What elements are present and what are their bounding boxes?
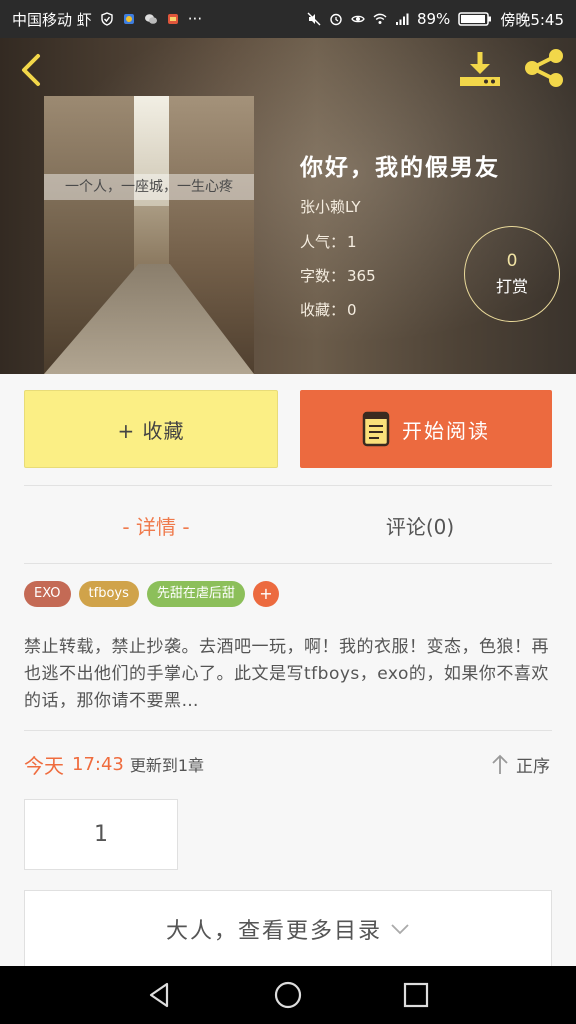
divider bbox=[24, 485, 552, 486]
carrier-label: 中国移动 虾 bbox=[12, 10, 92, 29]
add-favorite-button[interactable]: + 收藏 bbox=[24, 390, 278, 468]
app-notification-icon bbox=[123, 14, 134, 24]
divider bbox=[24, 730, 552, 731]
sort-order-button[interactable]: 正序 bbox=[490, 752, 550, 777]
sort-order-label: 正序 bbox=[516, 757, 550, 777]
book-title: 你好，我的假男友 bbox=[300, 155, 500, 181]
signal-icon bbox=[395, 13, 409, 25]
book-header: 一个人，一座城，一生心疼 你好，我的假男友 张小赖LY 人气： 1 字数： 365 … bbox=[0, 38, 576, 374]
tip-count: 0 bbox=[506, 251, 518, 271]
book-description[interactable]: 禁止转载，禁止抄袭。去酒吧一玩，啊！我的衣服！变态，色狼！再也逃不出他们的手掌心… bbox=[24, 634, 552, 715]
app-notification-red-icon bbox=[167, 14, 178, 24]
clock: 傍晚5:45 bbox=[500, 10, 564, 29]
nav-back-icon[interactable] bbox=[145, 980, 175, 1010]
wechat-icon bbox=[144, 14, 157, 24]
nav-home-icon[interactable] bbox=[273, 980, 303, 1010]
wifi-icon bbox=[373, 13, 387, 24]
system-nav-bar bbox=[0, 966, 576, 1024]
word-count-value: 365 bbox=[347, 267, 376, 285]
update-text: 更新到1章 bbox=[129, 756, 205, 775]
cover-caption: 一个人，一座城，一生心疼 bbox=[44, 174, 254, 200]
word-count-stat: 字数： 365 bbox=[300, 265, 376, 286]
update-time: 17:43 bbox=[72, 753, 124, 775]
chapter-item[interactable]: 1 bbox=[24, 799, 178, 870]
word-count-label: 字数： bbox=[300, 267, 346, 285]
battery-percent: 89% bbox=[416, 10, 451, 28]
update-day: 今天 bbox=[24, 753, 64, 778]
tag-tfboys[interactable]: tfboys bbox=[78, 581, 139, 607]
tip-label: 打赏 bbox=[495, 277, 528, 296]
update-info: 今天 17:43 更新到1章 bbox=[24, 750, 204, 778]
tab-comments[interactable]: 评论(0) bbox=[288, 505, 552, 545]
favorites-stat: 收藏： 0 bbox=[300, 299, 357, 320]
divider bbox=[24, 563, 552, 564]
alarm-icon bbox=[330, 13, 342, 26]
status-bar: 中国移动 虾 ··· 89% 傍晚5:45 bbox=[0, 0, 576, 38]
more-notifications-icon: ··· bbox=[187, 10, 203, 28]
book-icon bbox=[362, 411, 390, 447]
nav-recents-icon[interactable] bbox=[401, 980, 431, 1010]
tab-details[interactable]: - 详情 - bbox=[24, 505, 288, 545]
arrow-up-icon bbox=[492, 754, 508, 774]
add-tag-button[interactable]: + bbox=[252, 581, 279, 607]
favorites-value: 0 bbox=[347, 301, 357, 319]
popularity-stat: 人气： 1 bbox=[300, 231, 357, 252]
add-favorite-label: + 收藏 bbox=[117, 418, 185, 443]
view-more-toc-button[interactable]: 大人，查看更多目录 bbox=[24, 890, 552, 966]
mute-icon bbox=[307, 12, 321, 26]
popularity-label: 人气： bbox=[300, 233, 346, 251]
book-author[interactable]: 张小赖LY bbox=[300, 196, 361, 217]
start-reading-label: 开始阅读 bbox=[402, 418, 490, 443]
tag-exo[interactable]: EXO bbox=[24, 581, 71, 607]
start-reading-button[interactable]: 开始阅读 bbox=[300, 390, 552, 468]
favorites-label: 收藏： bbox=[300, 301, 346, 319]
book-cover: 一个人，一座城，一生心疼 bbox=[44, 96, 254, 374]
eye-icon bbox=[351, 15, 365, 23]
download-icon[interactable] bbox=[456, 46, 504, 90]
back-arrow-icon[interactable] bbox=[14, 50, 48, 90]
tag-list: EXO tfboys 先甜在虐后甜 + bbox=[24, 581, 279, 607]
tip-button[interactable]: 0 打赏 bbox=[464, 226, 560, 322]
vpn-shield-icon bbox=[101, 12, 113, 26]
share-icon[interactable] bbox=[520, 46, 568, 90]
chevron-down-icon bbox=[391, 923, 409, 934]
cover-image bbox=[44, 96, 254, 374]
tag-sweet-first[interactable]: 先甜在虐后甜 bbox=[146, 581, 245, 607]
popularity-value: 1 bbox=[347, 233, 357, 251]
battery-icon bbox=[458, 12, 492, 26]
view-more-toc-label: 大人，查看更多目录 bbox=[165, 918, 382, 944]
